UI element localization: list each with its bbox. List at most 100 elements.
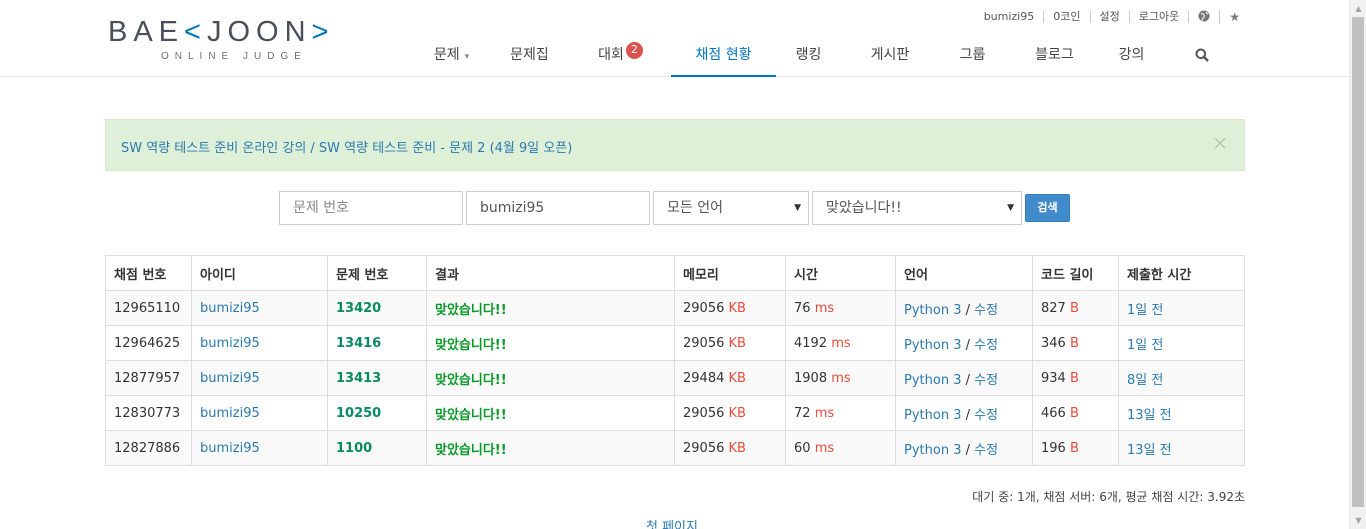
- language-cell: Python 3 / 수정: [895, 360, 1033, 396]
- memory-cell: 29056 KB: [674, 290, 786, 326]
- time-value: 4192: [794, 335, 828, 351]
- problem-link[interactable]: 10250: [327, 395, 427, 431]
- language-link[interactable]: Python 3: [904, 443, 961, 458]
- nav-groups[interactable]: 그룹: [939, 38, 1006, 77]
- search-button[interactable]: 검색: [1025, 194, 1070, 222]
- user-link[interactable]: bumizi95: [191, 430, 328, 466]
- user-link[interactable]: bumizi95: [191, 395, 328, 431]
- logo-subtitle: ONLINE JUDGE: [161, 51, 307, 62]
- code-length-unit: B: [1069, 370, 1079, 386]
- nav-board[interactable]: 게시판: [841, 38, 939, 77]
- edit-link[interactable]: 수정: [974, 373, 998, 388]
- code-length-unit: B: [1069, 440, 1079, 456]
- column-header: 아이디: [191, 255, 328, 291]
- first-page-link[interactable]: 첫 페이지: [646, 516, 698, 529]
- edit-link[interactable]: 수정: [974, 443, 998, 458]
- code-length-unit: B: [1069, 300, 1079, 316]
- language-link[interactable]: Python 3: [904, 303, 961, 318]
- column-header: 언어: [895, 255, 1033, 291]
- code-length-value: 346: [1041, 335, 1066, 351]
- submitted-time-link[interactable]: 1일 전: [1118, 290, 1245, 326]
- language-link[interactable]: Python 3: [904, 373, 961, 388]
- coin-link[interactable]: 0코인: [1044, 11, 1091, 23]
- scroll-down-icon[interactable]: ▼: [1350, 512, 1366, 529]
- contest-count-badge: 2: [625, 42, 643, 59]
- column-header: 시간: [785, 255, 896, 291]
- logout-link[interactable]: 로그아웃: [1130, 11, 1190, 23]
- nav-lectures[interactable]: 강의: [1103, 38, 1160, 77]
- code-length-cell: 934 B: [1032, 360, 1119, 396]
- nav-problems[interactable]: 문제 ▾: [414, 38, 489, 77]
- submitted-time-link[interactable]: 13일 전: [1118, 395, 1245, 431]
- problem-link[interactable]: 13416: [327, 325, 427, 361]
- language-select[interactable]: 모든 언어 ▼: [653, 191, 809, 225]
- language-link[interactable]: Python 3: [904, 338, 961, 353]
- time-value: 76: [794, 300, 811, 316]
- user-link[interactable]: bumizi95: [191, 360, 328, 396]
- scroll-thumb[interactable]: [1352, 17, 1364, 507]
- submitted-time-link[interactable]: 13일 전: [1118, 430, 1245, 466]
- user-id-input[interactable]: bumizi95: [466, 191, 650, 225]
- submitted-time-link[interactable]: 1일 전: [1118, 325, 1245, 361]
- nav-status[interactable]: 채점 현황: [671, 38, 776, 77]
- time-cell: 4192 ms: [785, 325, 896, 361]
- code-length-cell: 196 B: [1032, 430, 1119, 466]
- edit-link[interactable]: 수정: [974, 338, 998, 353]
- time-value: 1908: [794, 370, 828, 386]
- notice-alert: SW 역량 테스트 준비 온라인 강의 / SW 역량 테스트 준비 - 문제 …: [105, 119, 1245, 171]
- edit-link[interactable]: 수정: [974, 408, 998, 423]
- username-link[interactable]: bumizi95: [975, 11, 1045, 23]
- table-row: 12830773 bumizi95 10250 맞았습니다!! 29056 KB 72 m…: [105, 395, 1245, 431]
- language-link[interactable]: Python 3: [904, 408, 961, 423]
- result-text: 맞았습니다!!: [426, 395, 675, 431]
- time-unit: ms: [831, 335, 851, 351]
- star-icon[interactable]: ★: [1220, 11, 1240, 23]
- nav-ranking[interactable]: 랭킹: [776, 38, 841, 77]
- site-logo[interactable]: BAE<JOON> ONLINE JUDGE: [108, 16, 358, 66]
- user-link[interactable]: bumizi95: [191, 325, 328, 361]
- time-cell: 72 ms: [785, 395, 896, 431]
- problem-link[interactable]: 13420: [327, 290, 427, 326]
- select-arrow-icon: ▼: [1007, 203, 1014, 213]
- globe-icon[interactable]: [1189, 10, 1221, 24]
- settings-link[interactable]: 설정: [1091, 11, 1130, 23]
- edit-link[interactable]: 수정: [974, 303, 998, 318]
- nav-workbooks[interactable]: 문제집: [489, 38, 570, 77]
- nav-contests[interactable]: 대회 2: [570, 38, 671, 77]
- code-length-value: 196: [1041, 440, 1066, 456]
- user-link[interactable]: bumizi95: [191, 290, 328, 326]
- submission-id: 12964625: [105, 325, 192, 361]
- result-select[interactable]: 맞았습니다!! ▼: [812, 191, 1022, 225]
- result-text: 맞았습니다!!: [426, 325, 675, 361]
- column-header: 채점 번호: [105, 255, 192, 291]
- search-icon[interactable]: [1160, 38, 1244, 77]
- problem-link[interactable]: 1100: [327, 430, 427, 466]
- time-cell: 1908 ms: [785, 360, 896, 396]
- submission-id: 12877957: [105, 360, 192, 396]
- notice-link[interactable]: SW 역량 테스트 준비 온라인 강의 / SW 역량 테스트 준비 - 문제 …: [121, 137, 572, 156]
- submission-id: 12965110: [105, 290, 192, 326]
- language-cell: Python 3 / 수정: [895, 430, 1033, 466]
- time-value: 60: [794, 440, 811, 456]
- page-scrollbar[interactable]: ▲ ▼: [1349, 0, 1366, 529]
- problem-link[interactable]: 13413: [327, 360, 427, 396]
- column-header: 코드 길이: [1032, 255, 1119, 291]
- submitted-time-link[interactable]: 8일 전: [1118, 360, 1245, 396]
- table-row: 12827886 bumizi95 1100 맞았습니다!! 29056 KB 60 ms…: [105, 430, 1245, 466]
- code-length-cell: 466 B: [1032, 395, 1119, 431]
- memory-unit: KB: [728, 300, 746, 316]
- problem-id-input[interactable]: 문제 번호: [279, 191, 463, 225]
- memory-value: 29056: [683, 335, 725, 351]
- memory-unit: KB: [728, 370, 746, 386]
- site-header: BAE<JOON> ONLINE JUDGE bumizi95 0코인 설정 로…: [0, 0, 1349, 77]
- close-icon[interactable]: ×: [1212, 132, 1228, 154]
- time-unit: ms: [831, 370, 851, 386]
- memory-cell: 29484 KB: [674, 360, 786, 396]
- nav-blog[interactable]: 블로그: [1006, 38, 1103, 77]
- scroll-up-icon[interactable]: ▲: [1350, 0, 1366, 17]
- status-table: 채점 번호 아이디 문제 번호 결과 메모리 시간 언어 코드 길이 제출한 시…: [105, 255, 1245, 466]
- time-cell: 60 ms: [785, 430, 896, 466]
- code-length-value: 466: [1041, 405, 1066, 421]
- column-header: 문제 번호: [327, 255, 427, 291]
- logo-wordmark: BAE<JOON>: [108, 16, 335, 48]
